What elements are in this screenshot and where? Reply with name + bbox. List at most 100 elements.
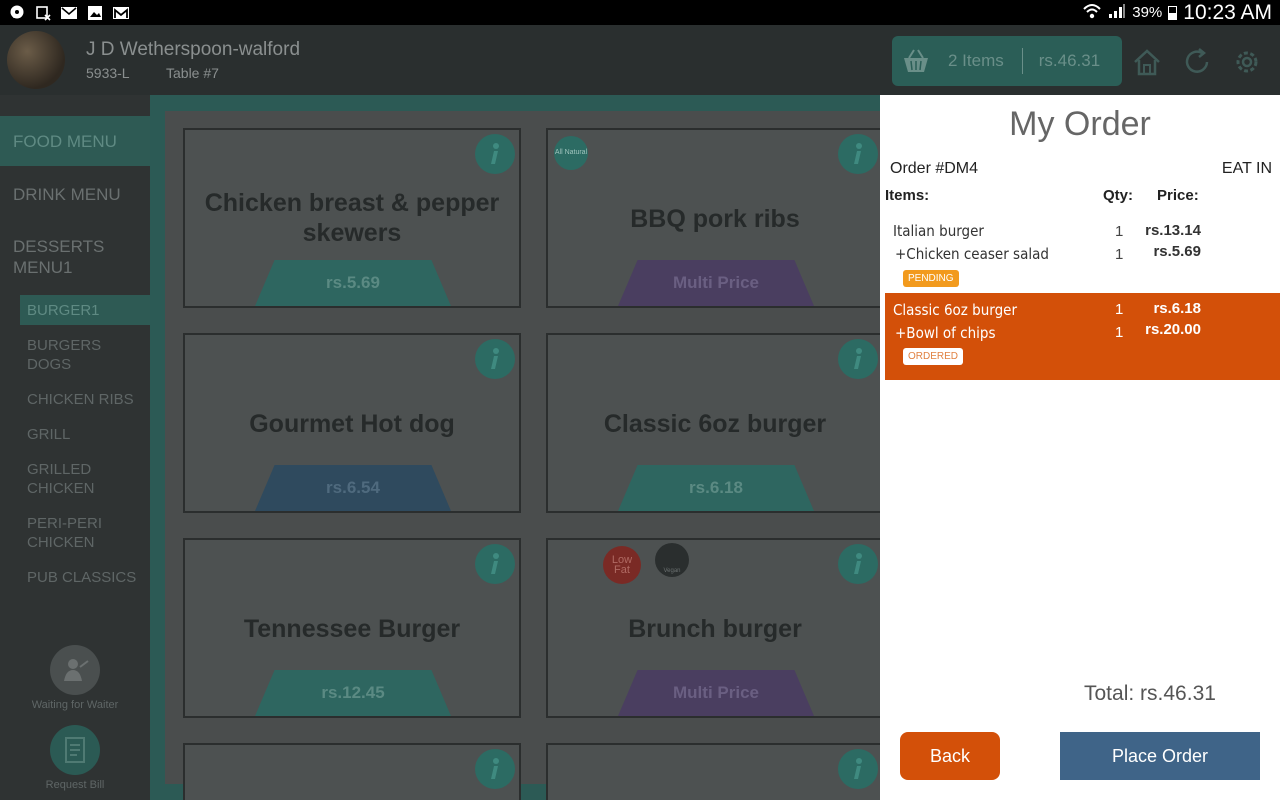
gmail-icon xyxy=(112,4,130,21)
order-panel: My Order Order #DM4 EAT IN Items: Qty: P… xyxy=(880,95,1280,800)
subcategory-label: BURGERS DOGS xyxy=(27,337,102,373)
basket-icon xyxy=(902,47,930,75)
clock: 10:23 AM xyxy=(1183,0,1272,24)
back-button[interactable]: Back xyxy=(900,732,1000,780)
item-price: rs.6.18 xyxy=(1153,300,1201,317)
cart-button[interactable]: 2 Items rs.46.31 xyxy=(892,36,1122,86)
item-qty: 1 xyxy=(1115,223,1124,240)
subcategory-label: GRILLED CHICKEN xyxy=(27,461,95,497)
info-icon[interactable] xyxy=(475,339,515,379)
battery-percent: 39% xyxy=(1132,4,1163,21)
menu-item-card[interactable] xyxy=(183,743,521,800)
venue-avatar xyxy=(7,31,65,89)
menu-item-card[interactable]: Chicken breast & pepper skewers rs.5.69 xyxy=(183,128,521,308)
subcategory-label: CHICKEN RIBS xyxy=(27,391,134,408)
info-icon[interactable] xyxy=(475,544,515,584)
item-title: Gourmet Hot dog xyxy=(249,410,455,438)
item-title: Tennessee Burger xyxy=(243,615,461,643)
item-price: rs.6.18 xyxy=(618,465,814,511)
waiter-icon xyxy=(50,645,100,695)
item-price: Multi Price xyxy=(618,260,814,306)
total-value: rs.46.31 xyxy=(1140,682,1216,705)
cart-count: 2 Items xyxy=(948,51,1004,70)
category-sidebar: FOOD MENU DRINK MENU DESSERTS MENU1 BURG… xyxy=(0,95,150,800)
info-icon[interactable] xyxy=(475,134,515,174)
subcategory-burgers-dogs[interactable]: BURGERS DOGS xyxy=(20,336,110,374)
menu-grid: Chicken breast & pepper skewers rs.5.69 … xyxy=(165,111,884,800)
subcategory-label: PERI-PERI CHICKEN xyxy=(27,515,103,551)
category-desserts-menu1[interactable]: DESSERTS MENU1 xyxy=(0,236,110,278)
gear-icon[interactable] xyxy=(1232,47,1262,77)
cart-total: rs.46.31 xyxy=(1038,51,1101,70)
item-name: +Bowl of chips xyxy=(895,324,996,342)
item-price: rs.6.54 xyxy=(255,465,451,511)
subcategory-pub-classics[interactable]: PUB CLASSICS xyxy=(20,568,150,587)
subcategory-chicken-ribs[interactable]: CHICKEN RIBS xyxy=(20,390,150,409)
calendar-missed-icon xyxy=(34,4,52,21)
subcategory-burger1[interactable]: BURGER1 xyxy=(20,295,150,325)
all-natural-badge-icon: All Natural xyxy=(554,136,588,170)
wifi-icon xyxy=(1082,2,1102,24)
venue-id: 5933-L xyxy=(86,65,130,81)
info-icon[interactable] xyxy=(838,544,878,584)
item-price: rs.5.69 xyxy=(255,260,451,306)
status-bar: 39% 10:23 AM xyxy=(0,0,1280,25)
item-name: Classic 6oz burger xyxy=(893,301,1017,319)
subcategory-label: BURGER1 xyxy=(27,301,100,319)
menu-item-card[interactable] xyxy=(546,743,884,800)
subcategory-peri-peri-chicken[interactable]: PERI-PERI CHICKEN xyxy=(20,514,110,552)
order-entry[interactable]: Italian burger 1 rs.13.14 +Chicken cease… xyxy=(885,213,1280,291)
subcategory-grilled-chicken[interactable]: GRILLED CHICKEN xyxy=(20,460,110,498)
price-header: Price: xyxy=(1157,187,1199,204)
table-number: Table #7 xyxy=(166,65,219,81)
menu-item-card[interactable]: BBQ pork ribs Multi Price All Natural xyxy=(546,128,884,308)
order-entry[interactable]: Classic 6oz burger 1 rs.6.18 +Bowl of ch… xyxy=(885,293,1280,380)
order-type: EAT IN xyxy=(1221,160,1272,177)
bill-icon xyxy=(50,725,100,775)
menu-item-card[interactable]: Classic 6oz burger rs.6.18 xyxy=(546,333,884,513)
subcategory-grill[interactable]: GRILL xyxy=(20,425,150,444)
home-icon[interactable] xyxy=(1132,47,1162,77)
item-title: BBQ pork ribs xyxy=(630,205,800,233)
request-bill-button[interactable]: Request Bill xyxy=(0,725,150,791)
info-icon[interactable] xyxy=(475,749,515,789)
waiter-button[interactable]: Waiting for Waiter xyxy=(0,645,150,711)
refresh-icon[interactable] xyxy=(1182,47,1212,77)
order-title: My Order xyxy=(1009,105,1151,143)
category-drink-menu[interactable]: DRINK MENU xyxy=(0,184,150,205)
item-price: rs.13.14 xyxy=(1145,222,1201,239)
item-price: rs.5.69 xyxy=(1153,243,1201,260)
item-title: Chicken breast & pepper skewers xyxy=(204,189,500,247)
category-label: FOOD MENU xyxy=(13,131,117,151)
item-title: Classic 6oz burger xyxy=(603,410,827,438)
mail-icon xyxy=(60,4,78,21)
info-icon[interactable] xyxy=(838,749,878,789)
item-price: Multi Price xyxy=(618,670,814,716)
menu-item-card[interactable]: Gourmet Hot dog rs.6.54 xyxy=(183,333,521,513)
order-number: Order #DM4 xyxy=(890,160,979,177)
menu-item-card[interactable]: Tennessee Burger rs.12.45 xyxy=(183,538,521,718)
menu-item-card[interactable]: Brunch burger Multi Price Low Fat Vegan xyxy=(546,538,884,718)
item-qty: 1 xyxy=(1115,246,1124,263)
item-price: rs.20.00 xyxy=(1145,321,1201,338)
order-total: Total: rs.46.31 xyxy=(1084,682,1216,706)
waiter-label: Waiting for Waiter xyxy=(31,699,119,711)
battery-icon xyxy=(1168,5,1178,20)
item-title: Brunch burger xyxy=(628,615,802,643)
subcategory-label: GRILL xyxy=(27,426,71,443)
total-label: Total: xyxy=(1084,682,1135,705)
cart-divider xyxy=(1021,48,1023,74)
messenger-icon xyxy=(8,4,26,21)
category-label: DRINK MENU xyxy=(13,185,121,204)
info-icon[interactable] xyxy=(838,339,878,379)
item-price: rs.12.45 xyxy=(255,670,451,716)
category-label: DESSERTS MENU1 xyxy=(13,237,105,277)
info-icon[interactable] xyxy=(838,134,878,174)
status-badge: ORDERED xyxy=(903,348,964,365)
item-name: +Chicken ceaser salad xyxy=(895,245,1049,263)
category-food-menu[interactable]: FOOD MENU xyxy=(0,116,150,166)
low-fat-badge-icon: Low Fat xyxy=(603,546,641,584)
items-header: Items: xyxy=(885,187,930,204)
place-order-button[interactable]: Place Order xyxy=(1060,732,1260,780)
signal-icon xyxy=(1108,3,1126,23)
